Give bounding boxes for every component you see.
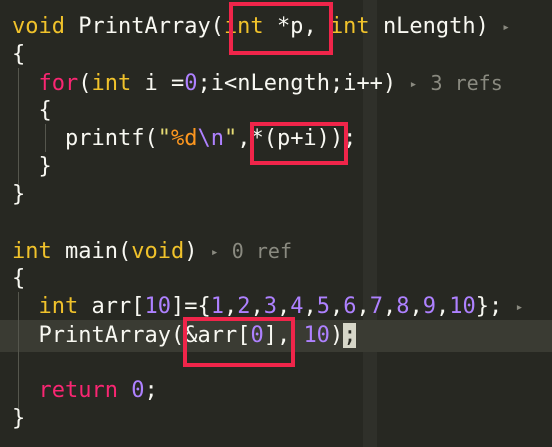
statement-end: }; [475, 294, 503, 319]
code-editor[interactable]: void PrintArray(int *p, int nLength) ▸ {… [0, 0, 552, 447]
codelens-arrow-icon[interactable]: ▸ [211, 245, 219, 260]
code-line-2[interactable]: { [12, 41, 25, 69]
code-line-15[interactable]: } [12, 405, 25, 433]
code-line-9[interactable]: int main(void) ▸ 0 ref [12, 237, 292, 265]
keyword-return: return [38, 378, 118, 403]
comma: , [435, 294, 450, 319]
pointer-expression: *(p+i) [250, 126, 330, 151]
bracket-close: ] [263, 323, 277, 348]
comma: , [303, 14, 330, 39]
number-literal: 7 [369, 294, 383, 319]
code-line-3[interactable]: for(int i =0;i<nLength;i++) ▸ 3 refs [12, 69, 503, 97]
array-decl: arr[ [91, 294, 145, 319]
semicolon: ; [144, 378, 158, 403]
open-brace: { [12, 266, 26, 291]
number-literal: 6 [343, 294, 357, 319]
codelens-refs[interactable]: 3 refs [431, 71, 503, 95]
param-length: nLength) [382, 14, 489, 39]
close-brace: } [38, 154, 52, 179]
codelens-arrow-icon[interactable]: ▸ [502, 20, 510, 35]
comma: , [303, 294, 317, 319]
function-name: main( [65, 239, 132, 264]
paren-close: ) [329, 323, 344, 348]
keyword-int: int [12, 239, 52, 264]
loop-init: i = [144, 71, 185, 96]
code-line-1[interactable]: void PrintArray(int *p, int nLength) ▸ [12, 13, 510, 41]
number-literal: 0 [131, 378, 145, 403]
string-quote: " [223, 126, 238, 151]
code-line-7[interactable]: } [12, 181, 25, 209]
code-line-5[interactable]: printf("%d\n",*(p+i)); [12, 125, 356, 153]
code-line-10[interactable]: { [12, 265, 25, 293]
code-line-11[interactable]: int arr[10]={1,2,3,4,5,6,7,8,9,10}; ▸ [12, 293, 524, 321]
close-brace: } [12, 406, 26, 431]
function-name: PrintArray( [78, 14, 224, 39]
code-line-14[interactable]: return 0; [12, 377, 158, 405]
number-literal: 3 [263, 294, 277, 319]
comma: , [223, 294, 238, 319]
comma: , [382, 294, 397, 319]
codelens-refs[interactable]: 0 ref [232, 239, 292, 263]
number-literal: 2 [237, 294, 251, 319]
keyword-int: int [91, 71, 132, 96]
number-literal: 9 [422, 294, 436, 319]
number-literal: 0 [184, 71, 198, 96]
number-literal: 8 [396, 294, 410, 319]
comma: , [329, 294, 344, 319]
codelens-arrow-icon[interactable]: ▸ [409, 77, 417, 92]
comma: , [276, 294, 291, 319]
statement-end: ); [329, 126, 357, 151]
string-quote: " [157, 126, 171, 151]
code-line-4[interactable]: { [12, 97, 52, 125]
number-literal: 4 [290, 294, 304, 319]
address-of-expr: &arr[ [184, 323, 251, 348]
printf-call: printf( [64, 126, 158, 151]
text-cursor[interactable]: ; [343, 323, 357, 348]
format-specifier: %d [170, 126, 198, 151]
code-line-12[interactable]: PrintArray(&arr[0], 10); [12, 322, 357, 350]
function-call: PrintArray( [38, 323, 185, 348]
keyword-for: for [38, 71, 79, 96]
code-line-6[interactable]: } [12, 153, 52, 181]
paren: ) [184, 239, 198, 264]
comma: , [237, 126, 251, 151]
vertical-ruler [363, 0, 377, 447]
keyword-void: void [131, 239, 185, 264]
number-literal: 10 [303, 323, 330, 348]
close-brace: } [12, 182, 26, 207]
comma: , [276, 323, 304, 348]
number-literal: 5 [316, 294, 330, 319]
comma: , [356, 294, 370, 319]
number-literal: 1 [210, 294, 224, 319]
codelens-arrow-icon[interactable]: ▸ [515, 300, 523, 315]
number-literal: 10 [144, 294, 171, 319]
keyword-int: int [223, 14, 264, 39]
keyword-int: int [329, 14, 370, 39]
assign: ]={ [170, 294, 211, 319]
open-brace: { [12, 42, 26, 67]
param-pointer: *p [276, 14, 304, 39]
loop-condition: ;i<nLength;i++) [197, 71, 397, 96]
number-literal: 0 [250, 323, 264, 348]
comma: , [409, 294, 423, 319]
keyword-int: int [38, 294, 79, 319]
open-brace: { [38, 98, 52, 123]
number-literal: 10 [449, 294, 476, 319]
comma: , [250, 294, 264, 319]
keyword-void: void [12, 14, 65, 39]
paren: ( [78, 71, 92, 96]
escape-sequence: \n [197, 126, 224, 151]
